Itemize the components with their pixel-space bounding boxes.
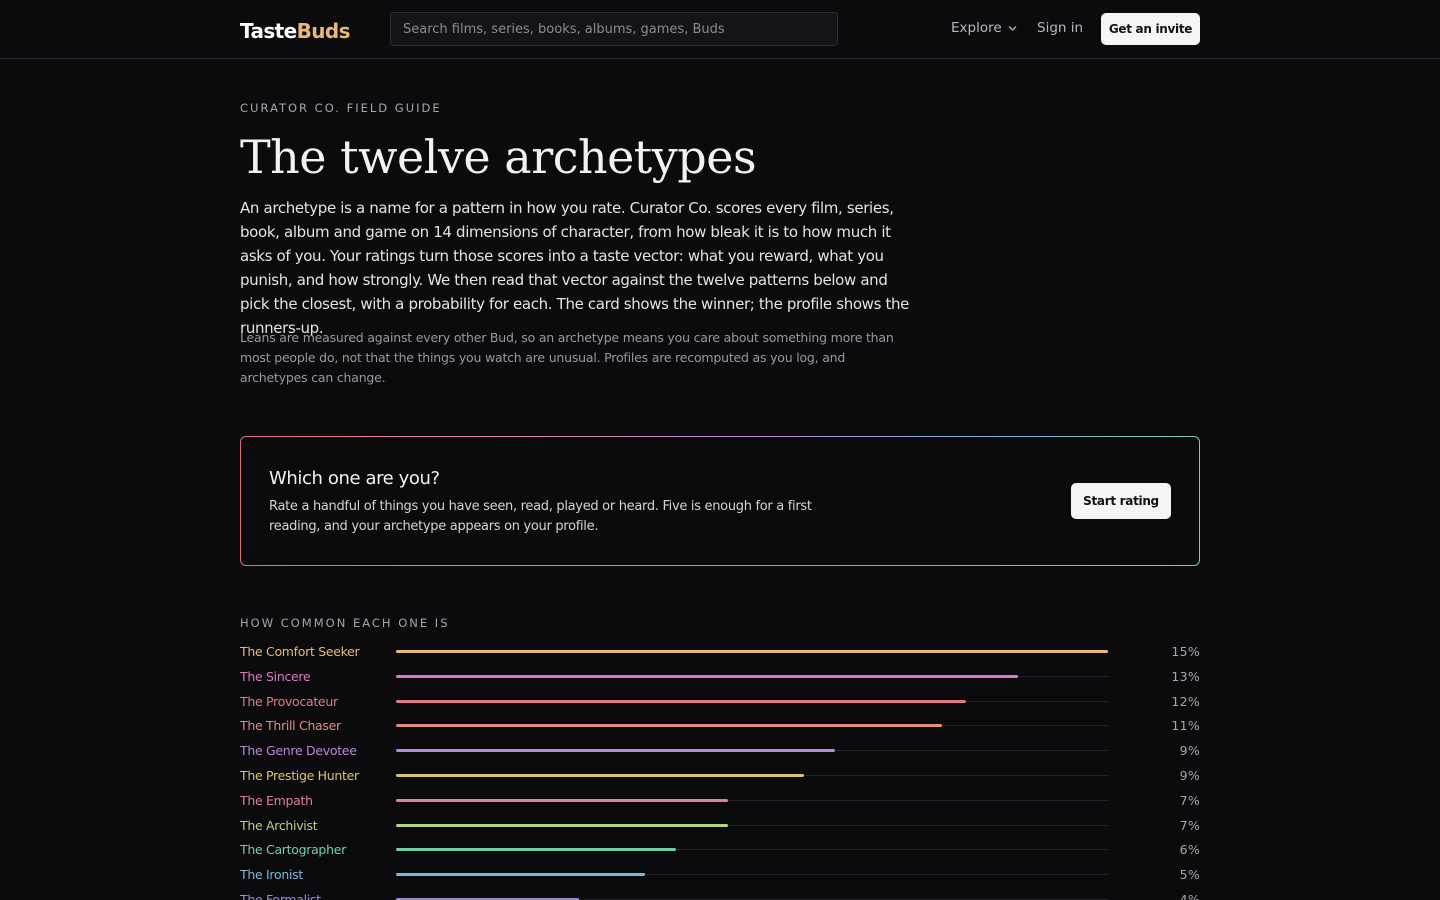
cta-title: Which one are you? — [269, 468, 440, 489]
archetype-name[interactable]: The Comfort Seeker — [240, 643, 360, 661]
explore-menu[interactable]: Explore — [951, 18, 1017, 38]
archetype-row[interactable]: The Empath 7% — [240, 789, 1200, 814]
archetype-row[interactable]: The Ironist 5% — [240, 863, 1200, 888]
archetype-name[interactable]: The Thrill Chaser — [240, 717, 341, 735]
archetype-share-bar — [396, 650, 1108, 653]
archetype-share-bar — [396, 724, 942, 728]
archetype-percentage: 6% — [1179, 842, 1200, 858]
archetype-distribution-list: The Comfort Seeker 15% The Sincere 13% The P… — [240, 640, 1200, 900]
chevron-down-icon — [1008, 25, 1016, 31]
section-eyebrow: CURATOR CO. FIELD GUIDE — [240, 101, 442, 115]
archetype-percentage: 7% — [1179, 792, 1200, 808]
archetype-row[interactable]: The Provocateur 12% — [240, 690, 1200, 715]
archetype-percentage: 13% — [1171, 668, 1200, 684]
archetype-share-bar — [396, 674, 1018, 678]
archetype-row[interactable]: The Archivist 7% — [240, 814, 1200, 839]
tastebuds-logo[interactable]: TasteBuds — [240, 17, 351, 45]
which-one-are-you-card: Which one are you? Rate a handful of thi… — [240, 436, 1200, 566]
get-an-invite-button[interactable]: Get an invite — [1101, 13, 1200, 45]
archetype-share-bar — [396, 749, 836, 753]
start-rating-button[interactable]: Start rating — [1071, 483, 1171, 519]
archetype-row[interactable]: The Prestige Hunter 9% — [240, 764, 1200, 789]
archetype-share-bar — [396, 773, 805, 777]
page-title: The twelve archetypes — [240, 130, 757, 184]
logo-part-buds: Buds — [296, 19, 351, 43]
sign-in-link[interactable]: Sign in — [1037, 18, 1083, 38]
explore-label: Explore — [951, 20, 1002, 36]
archetype-row[interactable]: The Genre Devotee 9% — [240, 739, 1200, 764]
archetype-name[interactable]: The Provocateur — [240, 693, 338, 711]
archetype-share-bar — [396, 798, 729, 802]
archetype-row[interactable]: The Sincere 13% — [240, 665, 1200, 690]
distribution-heading: HOW COMMON EACH ONE IS — [240, 616, 450, 630]
archetype-percentage: 12% — [1171, 693, 1200, 709]
archetype-share-bar — [396, 848, 677, 852]
archetype-name[interactable]: The Archivist — [240, 817, 318, 835]
archetype-percentage: 11% — [1171, 718, 1200, 734]
archetype-percentage: 5% — [1179, 867, 1200, 883]
search-input[interactable] — [403, 21, 825, 37]
archetype-row[interactable]: The Formalist 4% — [240, 888, 1200, 900]
intro-note: Leans are measured against every other B… — [240, 330, 894, 385]
archetype-row[interactable]: The Comfort Seeker 15% — [240, 640, 1200, 665]
archetype-row[interactable]: The Thrill Chaser 11% — [240, 714, 1200, 739]
archetype-share-bar — [396, 823, 729, 827]
cta-description: Rate a handful of things you have seen, … — [269, 499, 812, 534]
archetype-name[interactable]: The Empath — [240, 792, 313, 810]
logo-part-taste: Taste — [240, 19, 297, 43]
archetype-name[interactable]: The Genre Devotee — [240, 742, 357, 760]
archetype-percentage: 9% — [1179, 767, 1200, 783]
top-navigation-bar: TasteBuds Explore Sign in Get an invite — [0, 0, 1440, 59]
archetype-name[interactable]: The Ironist — [240, 866, 303, 884]
archetype-percentage: 15% — [1171, 644, 1200, 659]
archetype-percentage: 4% — [1179, 891, 1200, 900]
archetype-share-bar — [396, 699, 966, 703]
archetype-name[interactable]: The Prestige Hunter — [240, 767, 359, 785]
archetype-name[interactable]: The Sincere — [240, 668, 311, 686]
search-box — [390, 12, 838, 46]
archetype-percentage: 7% — [1179, 817, 1200, 833]
intro-paragraph: An archetype is a name for a pattern in … — [240, 199, 910, 337]
archetype-name[interactable]: The Formalist — [240, 891, 321, 900]
archetype-percentage: 9% — [1179, 743, 1200, 759]
archetype-name[interactable]: The Cartographer — [240, 841, 346, 859]
archetype-row[interactable]: The Cartographer 6% — [240, 838, 1200, 863]
archetype-share-bar — [396, 873, 646, 877]
